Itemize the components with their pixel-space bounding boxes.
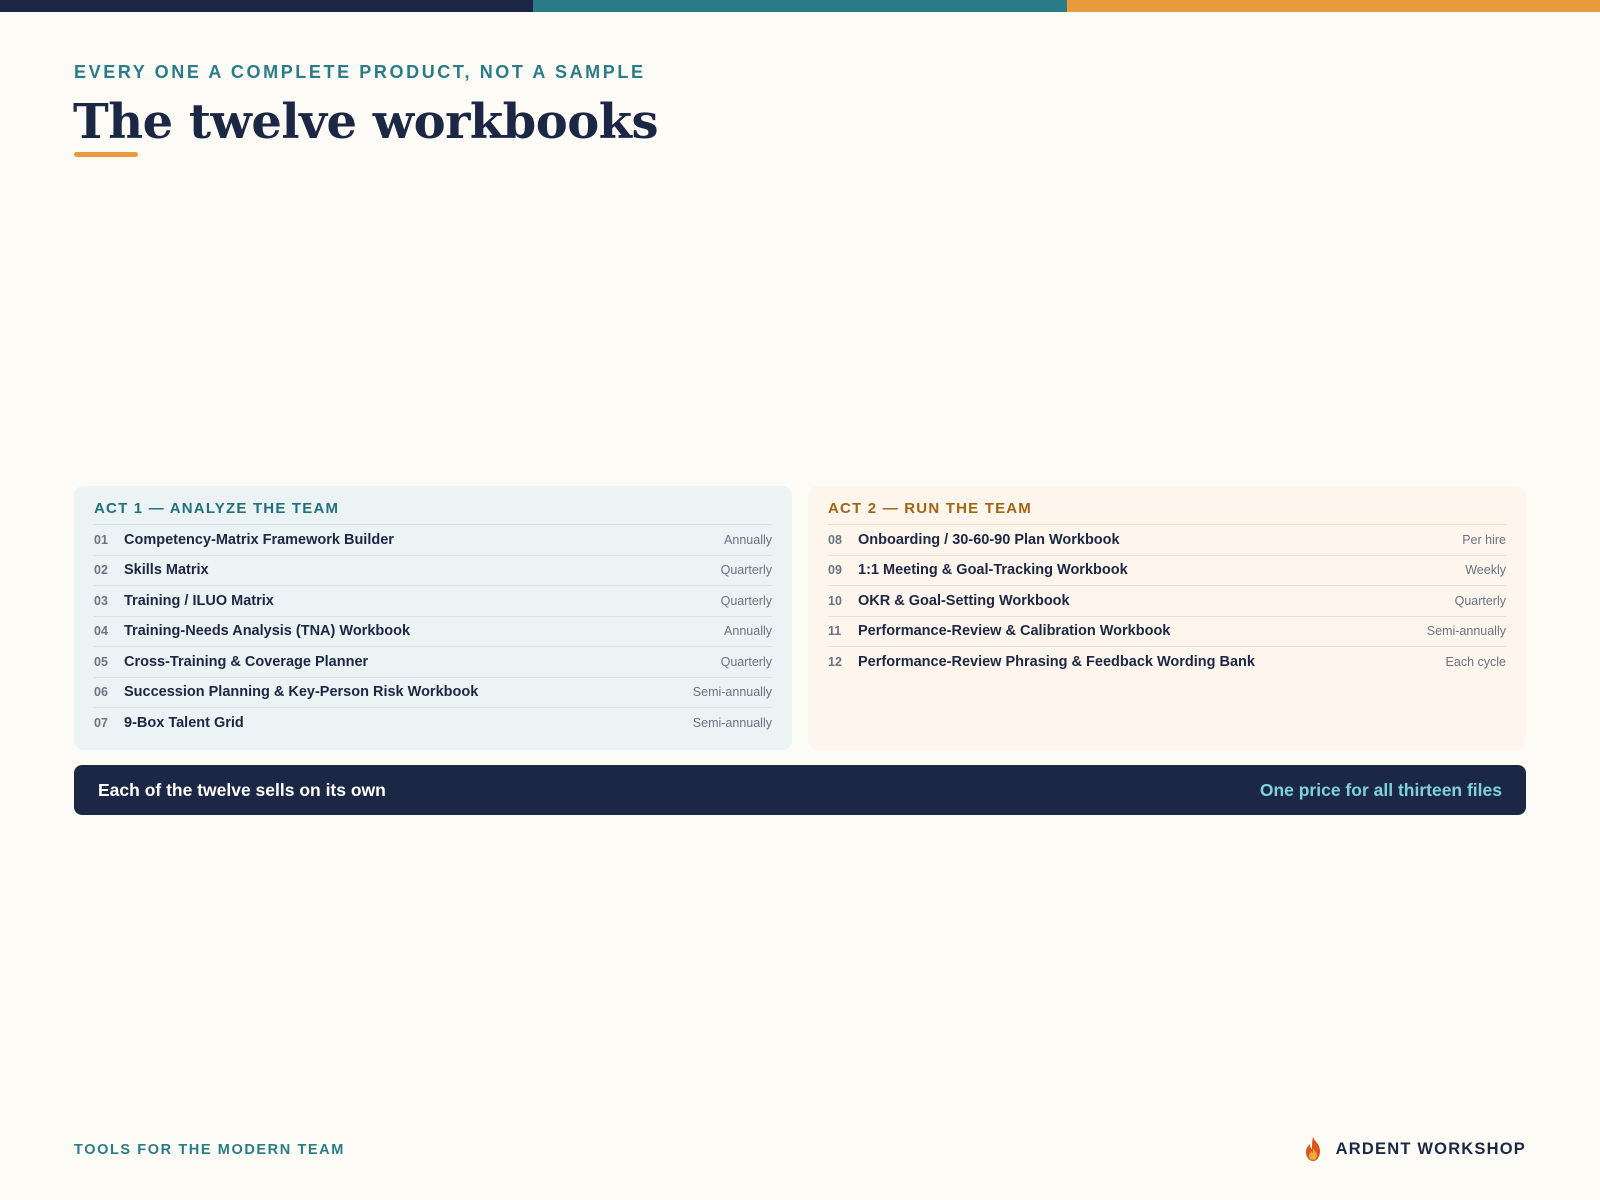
list-item: 01 Competency-Matrix Framework Builder Ann… [94, 525, 772, 556]
item-frequency: Annually [724, 624, 772, 639]
item-name: Performance-Review & Calibration Workboo… [858, 623, 1171, 640]
act2-title: ACT 2 — RUN THE TEAM [828, 500, 1506, 525]
act1-list: 01 Competency-Matrix Framework Builder Ann… [94, 525, 772, 739]
item-frequency: Per hire [1462, 532, 1506, 547]
item-number: 02 [94, 563, 108, 578]
item-frequency: Quarterly [720, 563, 772, 578]
item-name: Onboarding / 30-60-90 Plan Workbook [858, 531, 1120, 548]
item-frequency: Annually [724, 532, 772, 547]
item-number: 05 [94, 654, 108, 669]
item-number: 09 [828, 563, 842, 578]
list-item: 02 Skills Matrix Quarterly [94, 556, 772, 586]
item-name: Training-Needs Analysis (TNA) Workbook [124, 623, 411, 640]
top-bar-teal [533, 0, 1067, 12]
item-name: Succession Planning & Key-Person Risk Wo… [124, 684, 479, 701]
item-name: Cross-Training & Coverage Planner [124, 653, 369, 670]
item-frequency: Semi-annually [692, 685, 772, 700]
item-number: 06 [94, 685, 108, 700]
title-underline [74, 152, 138, 157]
list-item: 07 9-Box Talent Grid Semi-annually [94, 708, 772, 739]
item-frequency: Semi-annually [1426, 624, 1506, 639]
item-number: 08 [828, 532, 842, 547]
page-title: The twelve workbooks [73, 94, 659, 150]
item-frequency: Semi-annually [692, 716, 772, 731]
bundle-banner: Each of the twelve sells on its own One … [74, 765, 1526, 815]
item-name: 9-Box Talent Grid [124, 715, 244, 732]
act2-panel: ACT 2 — RUN THE TEAM 08 Onboarding / 30-6… [808, 486, 1526, 750]
item-name: Performance-Review Phrasing & Feedback W… [858, 654, 1255, 671]
list-item: 04 Training-Needs Analysis (TNA) Workbook… [94, 617, 772, 647]
top-color-bar [0, 0, 1600, 12]
item-frequency: Weekly [1465, 563, 1506, 578]
act1-title: ACT 1 — ANALYZE THE TEAM [94, 500, 772, 525]
item-name: 1:1 Meeting & Goal-Tracking Workbook [858, 562, 1128, 579]
list-item: 06 Succession Planning & Key-Person Risk … [94, 678, 772, 708]
item-number: 12 [828, 655, 842, 670]
item-number: 01 [94, 532, 108, 547]
list-item: 05 Cross-Training & Coverage Planner Quart… [94, 647, 772, 678]
footer-tagline: TOOLS FOR THE MODERN TEAM [74, 1142, 345, 1158]
item-number: 03 [94, 593, 108, 608]
item-number: 11 [828, 624, 842, 639]
act1-panel: ACT 1 — ANALYZE THE TEAM 01 Competency-Ma… [74, 486, 792, 750]
flame-icon [1305, 1137, 1320, 1161]
item-name: Competency-Matrix Framework Builder [124, 531, 394, 548]
list-item: 09 1:1 Meeting & Goal-Tracking Workbook We… [828, 556, 1506, 586]
item-number: 07 [94, 716, 108, 731]
list-item: 11 Performance-Review & Calibration Workb… [828, 617, 1506, 647]
list-item: 12 Performance-Review Phrasing & Feedback… [828, 647, 1506, 678]
list-item: 08 Onboarding / 30-60-90 Plan Workbook Per… [828, 525, 1506, 556]
item-number: 04 [94, 624, 108, 639]
list-item: 03 Training / ILUO Matrix Quarterly [94, 586, 772, 617]
top-bar-orange [1066, 0, 1600, 12]
list-item: 10 OKR & Goal-Setting Workbook Quarterly [828, 586, 1506, 617]
item-name: Skills Matrix [124, 562, 209, 579]
top-bar-navy [0, 0, 534, 12]
item-name: Training / ILUO Matrix [124, 592, 274, 609]
act2-list: 08 Onboarding / 30-60-90 Plan Workbook Per… [828, 525, 1506, 678]
item-frequency: Each cycle [1445, 655, 1506, 670]
item-frequency: Quarterly [720, 654, 772, 669]
banner-left-text: Each of the twelve sells on its own [98, 779, 386, 800]
banner-right-text: One price for all thirteen files [1259, 779, 1502, 800]
brand-name: ARDENT WORKSHOP [1335, 1139, 1526, 1158]
footer-brand: ARDENT WORKSHOP [1302, 1136, 1526, 1162]
item-name: OKR & Goal-Setting Workbook [858, 592, 1070, 609]
eyebrow-text: EVERY ONE A COMPLETE PRODUCT, NOT A SAMP… [74, 62, 646, 82]
item-frequency: Quarterly [720, 593, 772, 608]
item-frequency: Quarterly [1454, 593, 1506, 608]
item-number: 10 [828, 593, 842, 608]
